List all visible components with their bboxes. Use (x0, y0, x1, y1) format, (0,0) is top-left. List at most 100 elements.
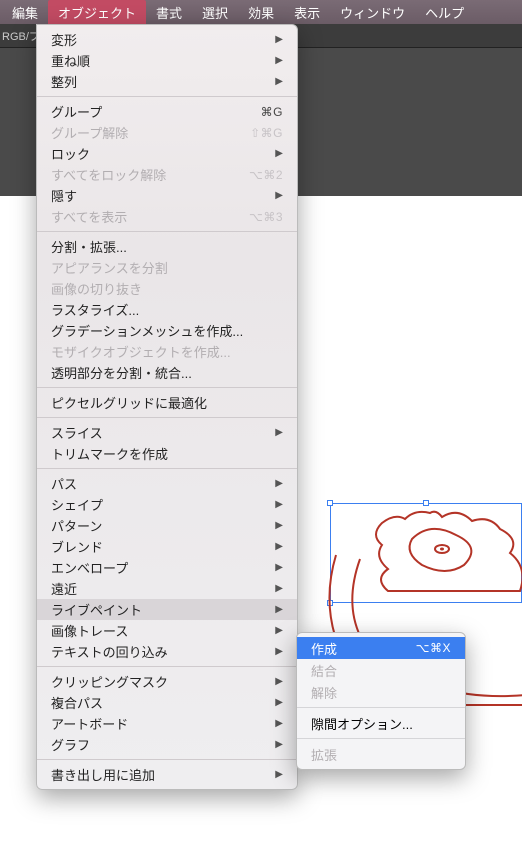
menu-item: モザイクオブジェクトを作成... (37, 341, 297, 362)
menu-item-label: パターン (51, 516, 273, 535)
chevron-right-icon: ▶ (273, 676, 283, 687)
menu-item[interactable]: グループ⌘G (37, 101, 297, 122)
chevron-right-icon: ▶ (273, 604, 283, 615)
menu-item[interactable]: 変形▶ (37, 29, 297, 50)
submenu-item-label: 隙間オプション... (311, 714, 451, 733)
submenu-separator (297, 707, 465, 708)
selection-handle[interactable] (327, 500, 333, 506)
menu-item[interactable]: パターン▶ (37, 515, 297, 536)
menu-item[interactable]: グラフ▶ (37, 734, 297, 755)
chevron-right-icon: ▶ (273, 583, 283, 594)
selection-handle[interactable] (423, 500, 429, 506)
menu-item-label: 変形 (51, 30, 273, 49)
menubar-item-0[interactable]: 編集 (2, 0, 48, 25)
menu-shortcut: ⌥⌘3 (249, 210, 283, 224)
menu-separator (37, 417, 297, 418)
menu-item: すべてを表示⌥⌘3 (37, 206, 297, 227)
menu-item[interactable]: ラスタライズ... (37, 299, 297, 320)
menubar: 編集オブジェクト書式選択効果表示ウィンドウヘルプ (0, 0, 522, 24)
doc-tab-label[interactable]: RGB/プ (2, 28, 40, 44)
menubar-item-3[interactable]: 選択 (192, 0, 238, 25)
menu-item-label: 分割・拡張... (51, 237, 283, 256)
menu-item[interactable]: ピクセルグリッドに最適化 (37, 392, 297, 413)
menu-item[interactable]: シェイプ▶ (37, 494, 297, 515)
chevron-right-icon: ▶ (273, 427, 283, 438)
menu-shortcut: ⇧⌘G (250, 126, 283, 140)
menu-item-label: 遠近 (51, 579, 273, 598)
menu-separator (37, 666, 297, 667)
menu-item[interactable]: 複合パス▶ (37, 692, 297, 713)
menu-item-label: アートボード (51, 714, 273, 733)
menu-separator (37, 96, 297, 97)
submenu-item: 拡張 (297, 743, 465, 765)
menu-item[interactable]: 遠近▶ (37, 578, 297, 599)
menu-item-label: すべてをロック解除 (51, 165, 249, 184)
chevron-right-icon: ▶ (273, 478, 283, 489)
menu-item[interactable]: テキストの回り込み▶ (37, 641, 297, 662)
menu-item-label: 重ね順 (51, 51, 273, 70)
menu-item[interactable]: 分割・拡張... (37, 236, 297, 257)
menubar-item-5[interactable]: 表示 (284, 0, 330, 25)
menu-item-label: アピアランスを分割 (51, 258, 283, 277)
menu-item[interactable]: トリムマークを作成 (37, 443, 297, 464)
menu-item-label: すべてを表示 (51, 207, 249, 226)
menubar-item-4[interactable]: 効果 (238, 0, 284, 25)
menu-item-label: ラスタライズ... (51, 300, 283, 319)
chevron-right-icon: ▶ (273, 34, 283, 45)
menu-item[interactable]: ブレンド▶ (37, 536, 297, 557)
menu-item: グループ解除⇧⌘G (37, 122, 297, 143)
menu-item[interactable]: 画像トレース▶ (37, 620, 297, 641)
submenu-item-label: 結合 (311, 661, 451, 680)
chevron-right-icon: ▶ (273, 499, 283, 510)
menu-item-label: 整列 (51, 72, 273, 91)
menu-item[interactable]: エンベロープ▶ (37, 557, 297, 578)
menubar-item-7[interactable]: ヘルプ (415, 0, 474, 25)
submenu-item-label: 解除 (311, 683, 451, 702)
menubar-item-1[interactable]: オブジェクト (48, 0, 146, 25)
submenu-separator (297, 738, 465, 739)
submenu-item-label: 作成 (311, 639, 416, 658)
menu-item-label: ピクセルグリッドに最適化 (51, 393, 283, 412)
chevron-right-icon: ▶ (273, 55, 283, 66)
menu-item-label: パス (51, 474, 273, 493)
menu-item[interactable]: クリッピングマスク▶ (37, 671, 297, 692)
menu-item-label: グラフ (51, 735, 273, 754)
menu-item[interactable]: スライス▶ (37, 422, 297, 443)
menu-item[interactable]: ロック▶ (37, 143, 297, 164)
menu-item[interactable]: 整列▶ (37, 71, 297, 92)
menu-shortcut: ⌥⌘2 (249, 168, 283, 182)
submenu-item: 結合 (297, 659, 465, 681)
livepaint-submenu[interactable]: 作成⌥⌘X 結合解除隙間オプション... 拡張 (296, 632, 466, 770)
menu-item-label: 複合パス (51, 693, 273, 712)
submenu-item[interactable]: 隙間オプション... (297, 712, 465, 734)
menu-item[interactable]: 透明部分を分割・統合... (37, 362, 297, 383)
menu-item[interactable]: アートボード▶ (37, 713, 297, 734)
menu-item[interactable]: グラデーションメッシュを作成... (37, 320, 297, 341)
object-menu-dropdown[interactable]: 変形▶重ね順▶整列▶グループ⌘Gグループ解除⇧⌘Gロック▶すべてをロック解除⌥⌘… (36, 24, 298, 790)
menu-item-label: 画像の切り抜き (51, 279, 283, 298)
menu-item[interactable]: 重ね順▶ (37, 50, 297, 71)
menubar-item-2[interactable]: 書式 (146, 0, 192, 25)
chevron-right-icon: ▶ (273, 646, 283, 657)
chevron-right-icon: ▶ (273, 625, 283, 636)
menu-item[interactable]: パス▶ (37, 473, 297, 494)
menu-item[interactable]: 隠す▶ (37, 185, 297, 206)
menubar-item-6[interactable]: ウィンドウ (330, 0, 415, 25)
menu-separator (37, 468, 297, 469)
menu-item-label: 透明部分を分割・統合... (51, 363, 283, 382)
menu-item: すべてをロック解除⌥⌘2 (37, 164, 297, 185)
menu-item: 画像の切り抜き (37, 278, 297, 299)
submenu-item[interactable]: 作成⌥⌘X (297, 637, 465, 659)
menu-item: アピアランスを分割 (37, 257, 297, 278)
menu-item-label: グループ解除 (51, 123, 250, 142)
menu-item[interactable]: ライブペイント▶ (37, 599, 297, 620)
menu-item-label: グループ (51, 102, 261, 121)
menu-item-label: シェイプ (51, 495, 273, 514)
chevron-right-icon: ▶ (273, 190, 283, 201)
menu-item-label: ライブペイント (51, 600, 273, 619)
menu-item-label: 書き出し用に追加 (51, 765, 273, 784)
menu-separator (37, 759, 297, 760)
chevron-right-icon: ▶ (273, 562, 283, 573)
menu-item[interactable]: 書き出し用に追加▶ (37, 764, 297, 785)
menu-separator (37, 387, 297, 388)
